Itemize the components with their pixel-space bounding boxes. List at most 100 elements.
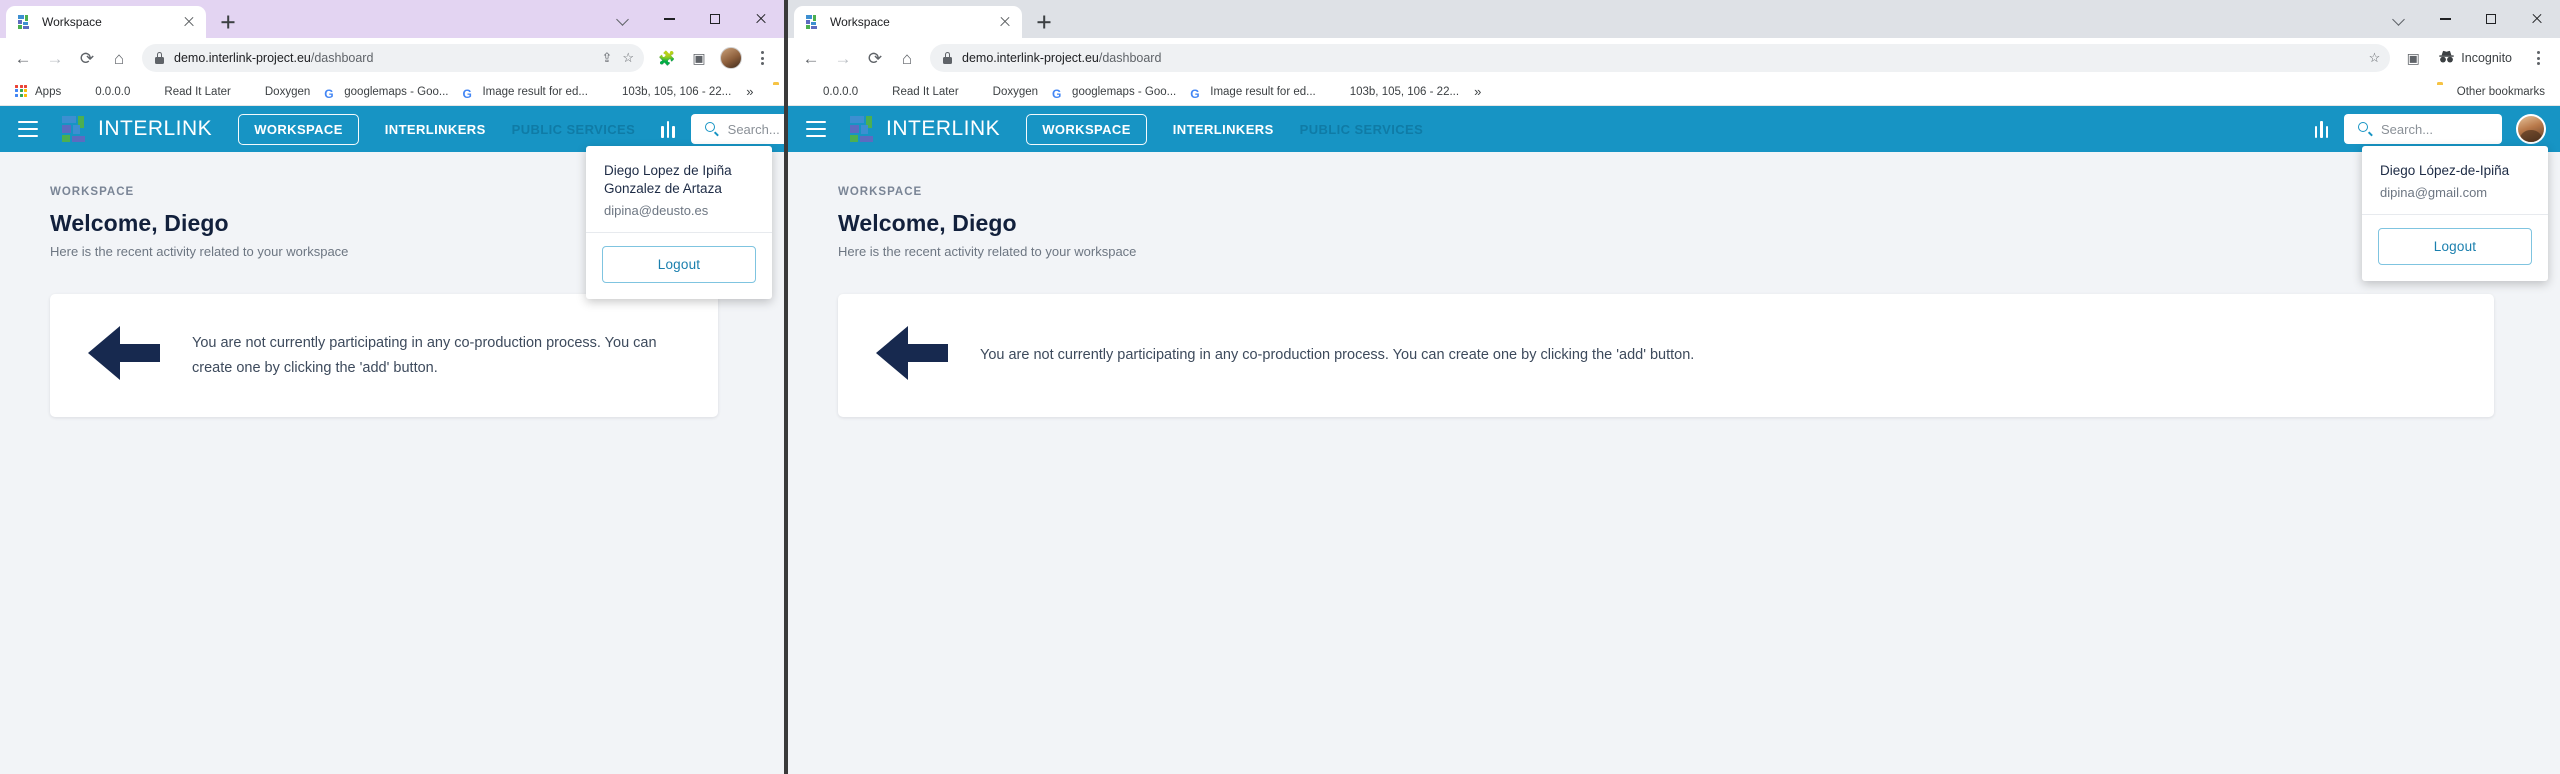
tab-search-chevron-icon[interactable]	[2376, 2, 2422, 36]
other-bookmarks-folder[interactable]: Other bookmarks	[766, 80, 784, 104]
profile-button[interactable]	[716, 43, 746, 73]
reload-button[interactable]: ⟳	[860, 43, 890, 73]
share-icon[interactable]: ⇪	[601, 50, 612, 66]
empty-state-message: You are not currently participating in a…	[980, 347, 1695, 364]
home-button[interactable]: ⌂	[892, 43, 922, 73]
columns-icon[interactable]	[2314, 120, 2328, 138]
new-tab-button[interactable]	[214, 8, 242, 36]
bookmark-star-icon[interactable]: ☆	[622, 50, 634, 66]
close-window-button[interactable]	[738, 2, 784, 36]
brand-logo[interactable]: INTERLINK	[60, 114, 212, 144]
hamburger-icon[interactable]	[18, 121, 38, 137]
browser-tab[interactable]: Workspace	[6, 6, 206, 38]
bookmark-item[interactable]: G Image result for ed...	[1183, 80, 1322, 104]
user-email: dipina@deusto.es	[604, 202, 709, 218]
browser-tab[interactable]: Workspace	[794, 6, 1022, 38]
interlink-logo-icon	[848, 114, 878, 144]
close-tab-icon[interactable]	[997, 14, 1013, 30]
incognito-indicator[interactable]: Incognito	[2432, 45, 2522, 71]
other-bookmarks-label: Other bookmarks	[2456, 85, 2545, 98]
reload-button[interactable]: ⟳	[72, 43, 102, 73]
forward-button[interactable]: →	[828, 43, 858, 73]
page-content: WORKSPACE Welcome, Diego Here is the rec…	[788, 152, 2560, 417]
user-menu-actions: Logout	[2362, 215, 2548, 281]
forward-arrow-icon: →	[46, 48, 64, 68]
search-input[interactable]: Search...	[690, 114, 784, 144]
brand-logo[interactable]: INTERLINK	[848, 114, 1000, 144]
incognito-hat-icon	[2438, 50, 2455, 66]
bookmark-item[interactable]: Doxygen	[238, 80, 317, 104]
home-icon: ⌂	[113, 48, 125, 68]
hamburger-icon[interactable]	[806, 121, 826, 137]
google-icon: G	[1052, 86, 1062, 101]
extensions-button[interactable]: 🧩	[652, 43, 682, 73]
folder-icon	[2437, 85, 2451, 99]
browser-menu-button[interactable]	[748, 44, 776, 72]
maximize-button[interactable]	[2468, 2, 2514, 36]
user-name: Diego Lopez de Ipiña Gonzalez de Artaza	[604, 163, 732, 196]
bookmark-label: Read It Later	[164, 85, 231, 98]
address-bar[interactable]: demo.interlink-project.eu/dashboard ☆	[930, 44, 2391, 72]
bookmark-item[interactable]: G googlemaps - Goo...	[317, 80, 455, 104]
close-window-button[interactable]	[2514, 2, 2560, 36]
globe-icon	[973, 85, 987, 99]
user-info: Diego Lopez de Ipiña Gonzalez de Artaza …	[586, 146, 772, 232]
user-avatar-button[interactable]	[2516, 114, 2546, 144]
reload-icon: ⟳	[867, 48, 883, 68]
other-bookmarks-folder[interactable]: Other bookmarks	[2430, 80, 2552, 104]
nav-item-public-services[interactable]: PUBLIC SERVICES	[512, 122, 636, 137]
bookmark-star-icon[interactable]: ☆	[2369, 50, 2381, 66]
forward-button[interactable]: →	[40, 43, 70, 73]
nav-item-interlinkers[interactable]: INTERLINKERS	[385, 122, 486, 137]
bookmarks-overflow-button[interactable]: »	[738, 84, 761, 99]
nav-item-public-services[interactable]: PUBLIC SERVICES	[1300, 122, 1424, 137]
back-button[interactable]: ←	[8, 43, 38, 73]
columns-icon[interactable]	[661, 120, 675, 138]
bookmark-label: googlemaps - Goo...	[1072, 85, 1177, 98]
nav-item-workspace[interactable]: WORKSPACE	[1026, 113, 1147, 145]
logout-button[interactable]: Logout	[602, 245, 756, 283]
nav-item-interlinkers[interactable]: INTERLINKERS	[1173, 122, 1274, 137]
bookmark-label: 103b, 105, 106 - 22...	[621, 85, 732, 98]
maximize-button[interactable]	[692, 2, 738, 36]
bookmark-item[interactable]: 0.0.0.0	[796, 80, 865, 104]
browser-toolbar: ← → ⟳ ⌂ demo.interlink-project.eu/dashbo…	[788, 38, 2560, 78]
side-panel-icon: ▣	[692, 49, 706, 66]
bookmark-item[interactable]: 103b, 105, 106 - 22...	[1323, 80, 1466, 104]
new-tab-button[interactable]	[1030, 8, 1058, 36]
bookmark-item[interactable]: Doxygen	[966, 80, 1045, 104]
back-button[interactable]: ←	[796, 43, 826, 73]
side-panel-icon: ▣	[2406, 49, 2420, 66]
bookmark-item[interactable]: 0.0.0.0	[68, 80, 137, 104]
side-panel-button[interactable]: ▣	[2398, 43, 2428, 73]
bookmarks-overflow-button[interactable]: »	[1466, 84, 1489, 99]
tab-search-chevron-icon[interactable]	[600, 2, 646, 36]
empty-state-message: You are not currently participating in a…	[192, 334, 657, 376]
google-icon: G	[324, 86, 334, 101]
nav-item-workspace[interactable]: WORKSPACE	[238, 113, 359, 145]
logout-button[interactable]: Logout	[2378, 227, 2532, 265]
close-tab-icon[interactable]	[181, 14, 197, 30]
minimize-button[interactable]	[646, 2, 692, 36]
bookmark-item[interactable]: Apps	[8, 80, 68, 104]
bookmark-item[interactable]: Read It Later	[137, 80, 237, 104]
tab-title: Workspace	[42, 15, 102, 29]
bookmark-item[interactable]: G googlemaps - Goo...	[1045, 80, 1183, 104]
minimize-button[interactable]	[2422, 2, 2468, 36]
search-icon	[704, 122, 720, 137]
bookmark-item[interactable]: 103b, 105, 106 - 22...	[595, 80, 738, 104]
tab-strip: Workspace	[0, 0, 784, 38]
brand-name: INTERLINK	[98, 117, 213, 140]
home-icon: ⌂	[901, 48, 913, 68]
side-panel-button[interactable]: ▣	[684, 43, 714, 73]
user-info: Diego López-de-Ipiña dipina@gmail.com	[2362, 146, 2548, 214]
bookmark-item[interactable]: Read It Later	[865, 80, 965, 104]
search-input[interactable]: Search...	[2344, 114, 2502, 144]
reload-icon: ⟳	[79, 48, 95, 68]
bookmark-item[interactable]: G Image result for ed...	[455, 80, 594, 104]
extensions-puzzle-icon: 🧩	[658, 49, 676, 66]
browser-menu-button[interactable]	[2524, 44, 2552, 72]
address-bar[interactable]: demo.interlink-project.eu/dashboard ⇪ ☆	[142, 44, 644, 72]
home-button[interactable]: ⌂	[104, 43, 134, 73]
globe-icon	[602, 85, 616, 99]
